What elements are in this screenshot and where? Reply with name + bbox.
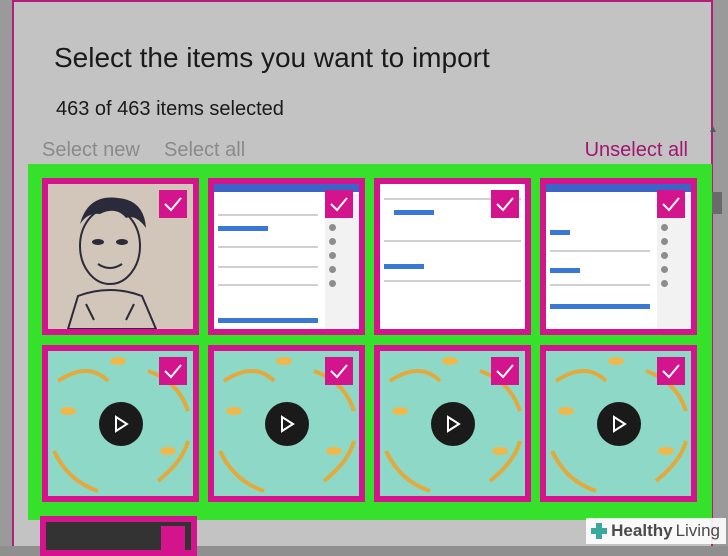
check-icon[interactable] — [161, 526, 185, 550]
avatar — [661, 266, 668, 273]
watermark-word-2: Living — [675, 521, 720, 540]
mock-line — [550, 250, 650, 252]
mock-bar — [218, 318, 318, 323]
cross-icon — [591, 523, 608, 539]
mock-line — [218, 246, 318, 248]
scrollbar-thumb[interactable] — [712, 192, 722, 214]
avatar — [661, 280, 668, 287]
dialog-title: Select the items you want to import — [54, 42, 490, 73]
thumbnail-screenshot[interactable] — [540, 178, 697, 335]
thumbnail-grid — [28, 164, 712, 520]
mock-bar — [218, 226, 268, 231]
watermark-word-1: Healthy — [611, 521, 673, 540]
avatar — [329, 280, 336, 287]
mock-bar — [384, 264, 424, 269]
check-icon[interactable] — [325, 190, 353, 218]
avatar — [329, 238, 336, 245]
play-icon[interactable] — [596, 401, 641, 446]
thumbnail-video[interactable] — [540, 345, 697, 502]
thumbnail-video[interactable] — [42, 345, 199, 502]
scroll-up-icon[interactable]: ▲ — [708, 124, 718, 135]
check-icon[interactable] — [325, 357, 353, 385]
play-icon[interactable] — [98, 401, 143, 446]
thumbnail-video[interactable] — [208, 345, 365, 502]
avatar — [329, 266, 336, 273]
mock-bar — [550, 230, 570, 235]
check-icon[interactable] — [159, 190, 187, 218]
avatar — [661, 252, 668, 259]
mock-bar — [394, 210, 434, 215]
avatar — [329, 224, 336, 231]
mock-line — [218, 284, 318, 286]
thumbnail-photo[interactable] — [42, 178, 199, 335]
unselect-all-link[interactable]: Unselect all — [585, 139, 688, 162]
check-icon[interactable] — [491, 357, 519, 385]
mock-bar — [550, 304, 650, 309]
check-icon[interactable] — [657, 357, 685, 385]
check-icon[interactable] — [159, 357, 187, 385]
selection-count: 463 of 463 items selected — [56, 98, 284, 120]
thumbnail-partial[interactable] — [40, 516, 197, 556]
thumbnail-video[interactable] — [374, 345, 531, 502]
thumbnail-screenshot[interactable] — [374, 178, 531, 335]
check-icon[interactable] — [657, 190, 685, 218]
select-all-link[interactable]: Select all — [164, 139, 245, 162]
avatar — [661, 238, 668, 245]
mock-line — [218, 266, 318, 268]
watermark: Healthy Living — [586, 518, 726, 544]
play-icon[interactable] — [264, 401, 309, 446]
mock-line — [384, 280, 521, 282]
play-icon[interactable] — [430, 401, 475, 446]
mock-line — [384, 240, 521, 242]
avatar — [329, 252, 336, 259]
check-icon[interactable] — [491, 190, 519, 218]
avatar — [661, 224, 668, 231]
select-new-link[interactable]: Select new — [42, 139, 140, 162]
mock-bar — [550, 268, 580, 273]
mock-line — [218, 214, 318, 216]
thumbnail-screenshot[interactable] — [208, 178, 365, 335]
mock-line — [550, 284, 650, 286]
